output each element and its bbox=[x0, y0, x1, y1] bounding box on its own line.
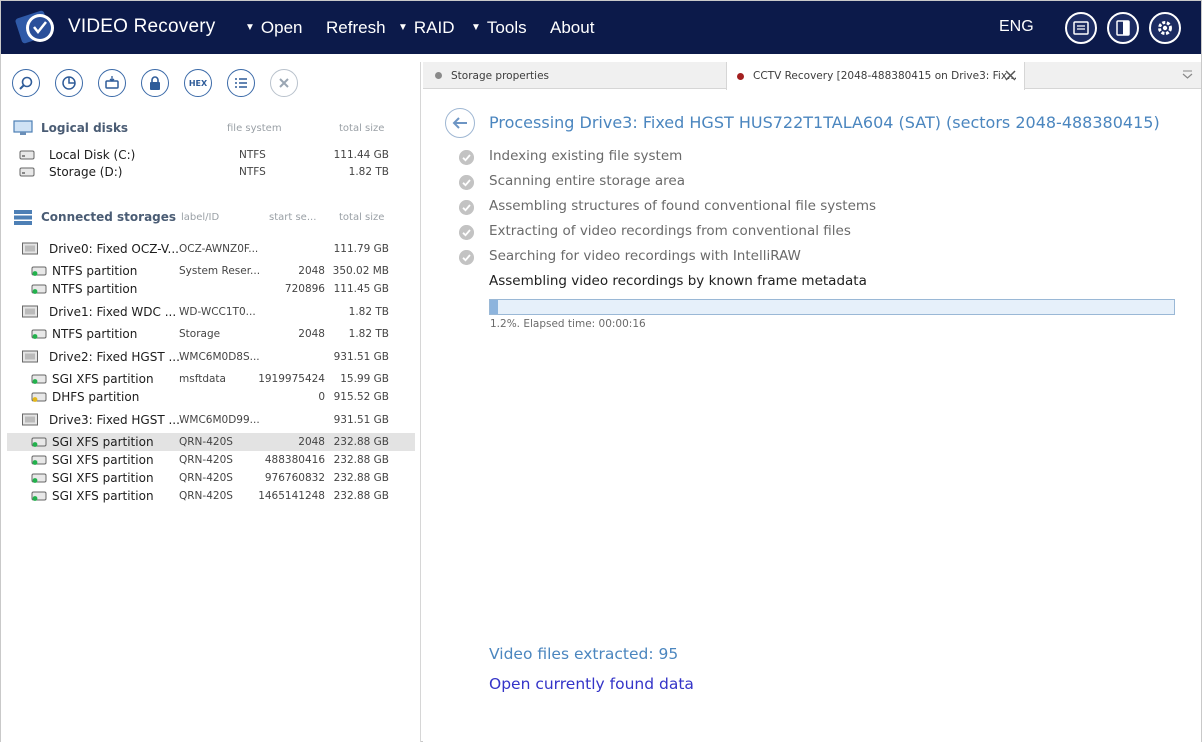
partition-icon bbox=[31, 491, 47, 501]
connected-storages-title: Connected storages bbox=[41, 210, 177, 224]
partition-icon bbox=[31, 284, 47, 294]
tab-status-dot bbox=[435, 72, 442, 79]
back-arrow-icon bbox=[452, 117, 467, 129]
partition-icon bbox=[31, 455, 47, 465]
close-storage-button[interactable] bbox=[270, 69, 298, 97]
app-title: VIDEO Recovery bbox=[68, 16, 216, 37]
list-icon bbox=[235, 78, 247, 88]
menu-open[interactable]: ▼ Open bbox=[245, 18, 303, 38]
tab-bar: Storage properties CCTV Recovery [2048-4… bbox=[423, 62, 1201, 90]
tab-list-menu-icon[interactable] bbox=[1182, 70, 1193, 80]
drive-icon bbox=[22, 413, 38, 426]
drive-icon bbox=[22, 242, 38, 255]
check-circle-icon bbox=[459, 250, 474, 265]
progress-bar bbox=[489, 299, 1175, 315]
dropdown-triangle-icon: ▼ bbox=[471, 22, 481, 33]
progress-text: 1.2%. Elapsed time: 00:00:16 bbox=[490, 318, 646, 330]
storage-partition-row[interactable]: SGI XFS partition QRN-420S 2048 232.88 GB bbox=[7, 433, 415, 451]
storage-partition-row[interactable]: SGI XFS partition QRN-420S 1465141248 232.8… bbox=[7, 487, 415, 505]
col-label-id: label/ID bbox=[181, 212, 220, 223]
storage-partition-row[interactable]: SGI XFS partition QRN-420S 488380416 232.88… bbox=[7, 451, 415, 469]
partition-icon bbox=[31, 329, 47, 339]
hard-disk-icon bbox=[19, 167, 35, 177]
monitor-icon bbox=[13, 120, 33, 135]
processing-title: Processing Drive3: Fixed HGST HUS722T1TA… bbox=[489, 113, 1160, 132]
scan-icon bbox=[62, 76, 76, 90]
tab-storage-properties[interactable]: Storage properties bbox=[435, 62, 725, 89]
scan-button[interactable] bbox=[55, 69, 83, 97]
hard-disk-icon bbox=[19, 150, 35, 160]
tab-status-dot bbox=[737, 72, 744, 80]
drive-icon bbox=[22, 305, 38, 318]
col-start-sector: start se... bbox=[269, 212, 317, 223]
settings-button[interactable] bbox=[1149, 12, 1181, 44]
storage-partition-row[interactable]: DHFS partition 0 915.52 GB bbox=[7, 388, 415, 406]
storage-stack-icon bbox=[14, 210, 32, 225]
logical-disk-row[interactable]: Local Disk (C:) NTFS 111.44 GB bbox=[7, 146, 415, 164]
storage-partition-row[interactable]: NTFS partition Storage 2048 1.82 TB bbox=[7, 325, 415, 343]
storage-drive-row[interactable]: Drive2: Fixed HGST ... WMC6M0D8S... 931.51… bbox=[7, 348, 415, 366]
message-log-icon bbox=[1073, 21, 1089, 35]
storage-drive-row[interactable]: Drive1: Fixed WDC ... WD-WCC1T0... 1.82 TB bbox=[7, 303, 415, 321]
storage-partition-row[interactable]: NTFS partition System Reser... 2048 350.02 … bbox=[7, 262, 415, 280]
progress-fill bbox=[490, 300, 499, 314]
recovery-panel: Processing Drive3: Fixed HGST HUS722T1TA… bbox=[423, 90, 1201, 742]
search-icon bbox=[19, 76, 33, 90]
col-file-system: file system bbox=[227, 123, 282, 134]
col-total-size: total size bbox=[339, 212, 385, 223]
menu-refresh[interactable]: Refresh bbox=[326, 18, 386, 38]
lock-button[interactable] bbox=[141, 69, 169, 97]
partition-icon bbox=[31, 473, 47, 483]
partition-icon bbox=[31, 374, 47, 384]
lock-icon bbox=[150, 76, 160, 90]
list-button[interactable] bbox=[227, 69, 255, 97]
tab-cctv-recovery[interactable]: CCTV Recovery [2048-488380415 on Drive3:… bbox=[726, 62, 1025, 90]
col-total-size: total size bbox=[339, 123, 385, 134]
language-selector[interactable]: ENG bbox=[999, 18, 1034, 36]
storage-partition-row[interactable]: NTFS partition 720896 111.45 GB bbox=[7, 280, 415, 298]
disk-image-icon bbox=[105, 76, 119, 89]
menu-tools[interactable]: ▼ Tools bbox=[471, 18, 527, 38]
partition-icon bbox=[31, 437, 47, 447]
storage-partition-row[interactable]: SGI XFS partition QRN-420S 976760832 232.88… bbox=[7, 469, 415, 487]
check-circle-icon bbox=[459, 225, 474, 240]
menu-raid[interactable]: ▼ RAID bbox=[398, 18, 455, 38]
drive-icon bbox=[22, 350, 38, 363]
side-panel-icon bbox=[1116, 20, 1130, 36]
close-icon bbox=[279, 78, 289, 88]
storage-drive-row[interactable]: Drive0: Fixed OCZ-V... OCZ-AWNZ0F... 111.7… bbox=[7, 240, 415, 258]
search-button[interactable] bbox=[12, 69, 40, 97]
open-found-data-link[interactable]: Open currently found data bbox=[489, 675, 694, 693]
check-circle-icon bbox=[459, 150, 474, 165]
panel-toggle-button[interactable] bbox=[1107, 12, 1139, 44]
hex-label: HEX bbox=[188, 78, 208, 88]
top-bar: VIDEO Recovery ▼ Open Refresh ▼ RAID ▼ Tool… bbox=[1, 1, 1201, 54]
check-circle-icon bbox=[459, 175, 474, 190]
dropdown-triangle-icon: ▼ bbox=[398, 22, 408, 33]
image-button[interactable] bbox=[98, 69, 126, 97]
storage-drive-row[interactable]: Drive3: Fixed HGST ... WMC6M0D99... 931.51… bbox=[7, 411, 415, 429]
app-logo-icon bbox=[15, 10, 54, 44]
close-tab-icon[interactable] bbox=[1005, 70, 1016, 81]
partition-icon bbox=[31, 266, 47, 276]
files-extracted-count: Video files extracted: 95 bbox=[489, 645, 679, 663]
log-button[interactable] bbox=[1065, 12, 1097, 44]
logical-disk-row[interactable]: Storage (D:) NTFS 1.82 TB bbox=[7, 163, 415, 181]
menu-about[interactable]: About bbox=[550, 18, 594, 38]
storage-panel: HEX Logical disks file system total size… bbox=[1, 62, 421, 742]
dropdown-triangle-icon: ▼ bbox=[245, 22, 255, 33]
gear-icon bbox=[1158, 21, 1172, 35]
back-button[interactable] bbox=[445, 108, 475, 138]
storage-partition-row[interactable]: SGI XFS partition msftdata 1919975424 15.99… bbox=[7, 370, 415, 388]
partition-icon bbox=[31, 392, 47, 402]
check-circle-icon bbox=[459, 200, 474, 215]
logical-disks-title: Logical disks bbox=[41, 121, 129, 135]
hex-button[interactable]: HEX bbox=[184, 69, 212, 97]
